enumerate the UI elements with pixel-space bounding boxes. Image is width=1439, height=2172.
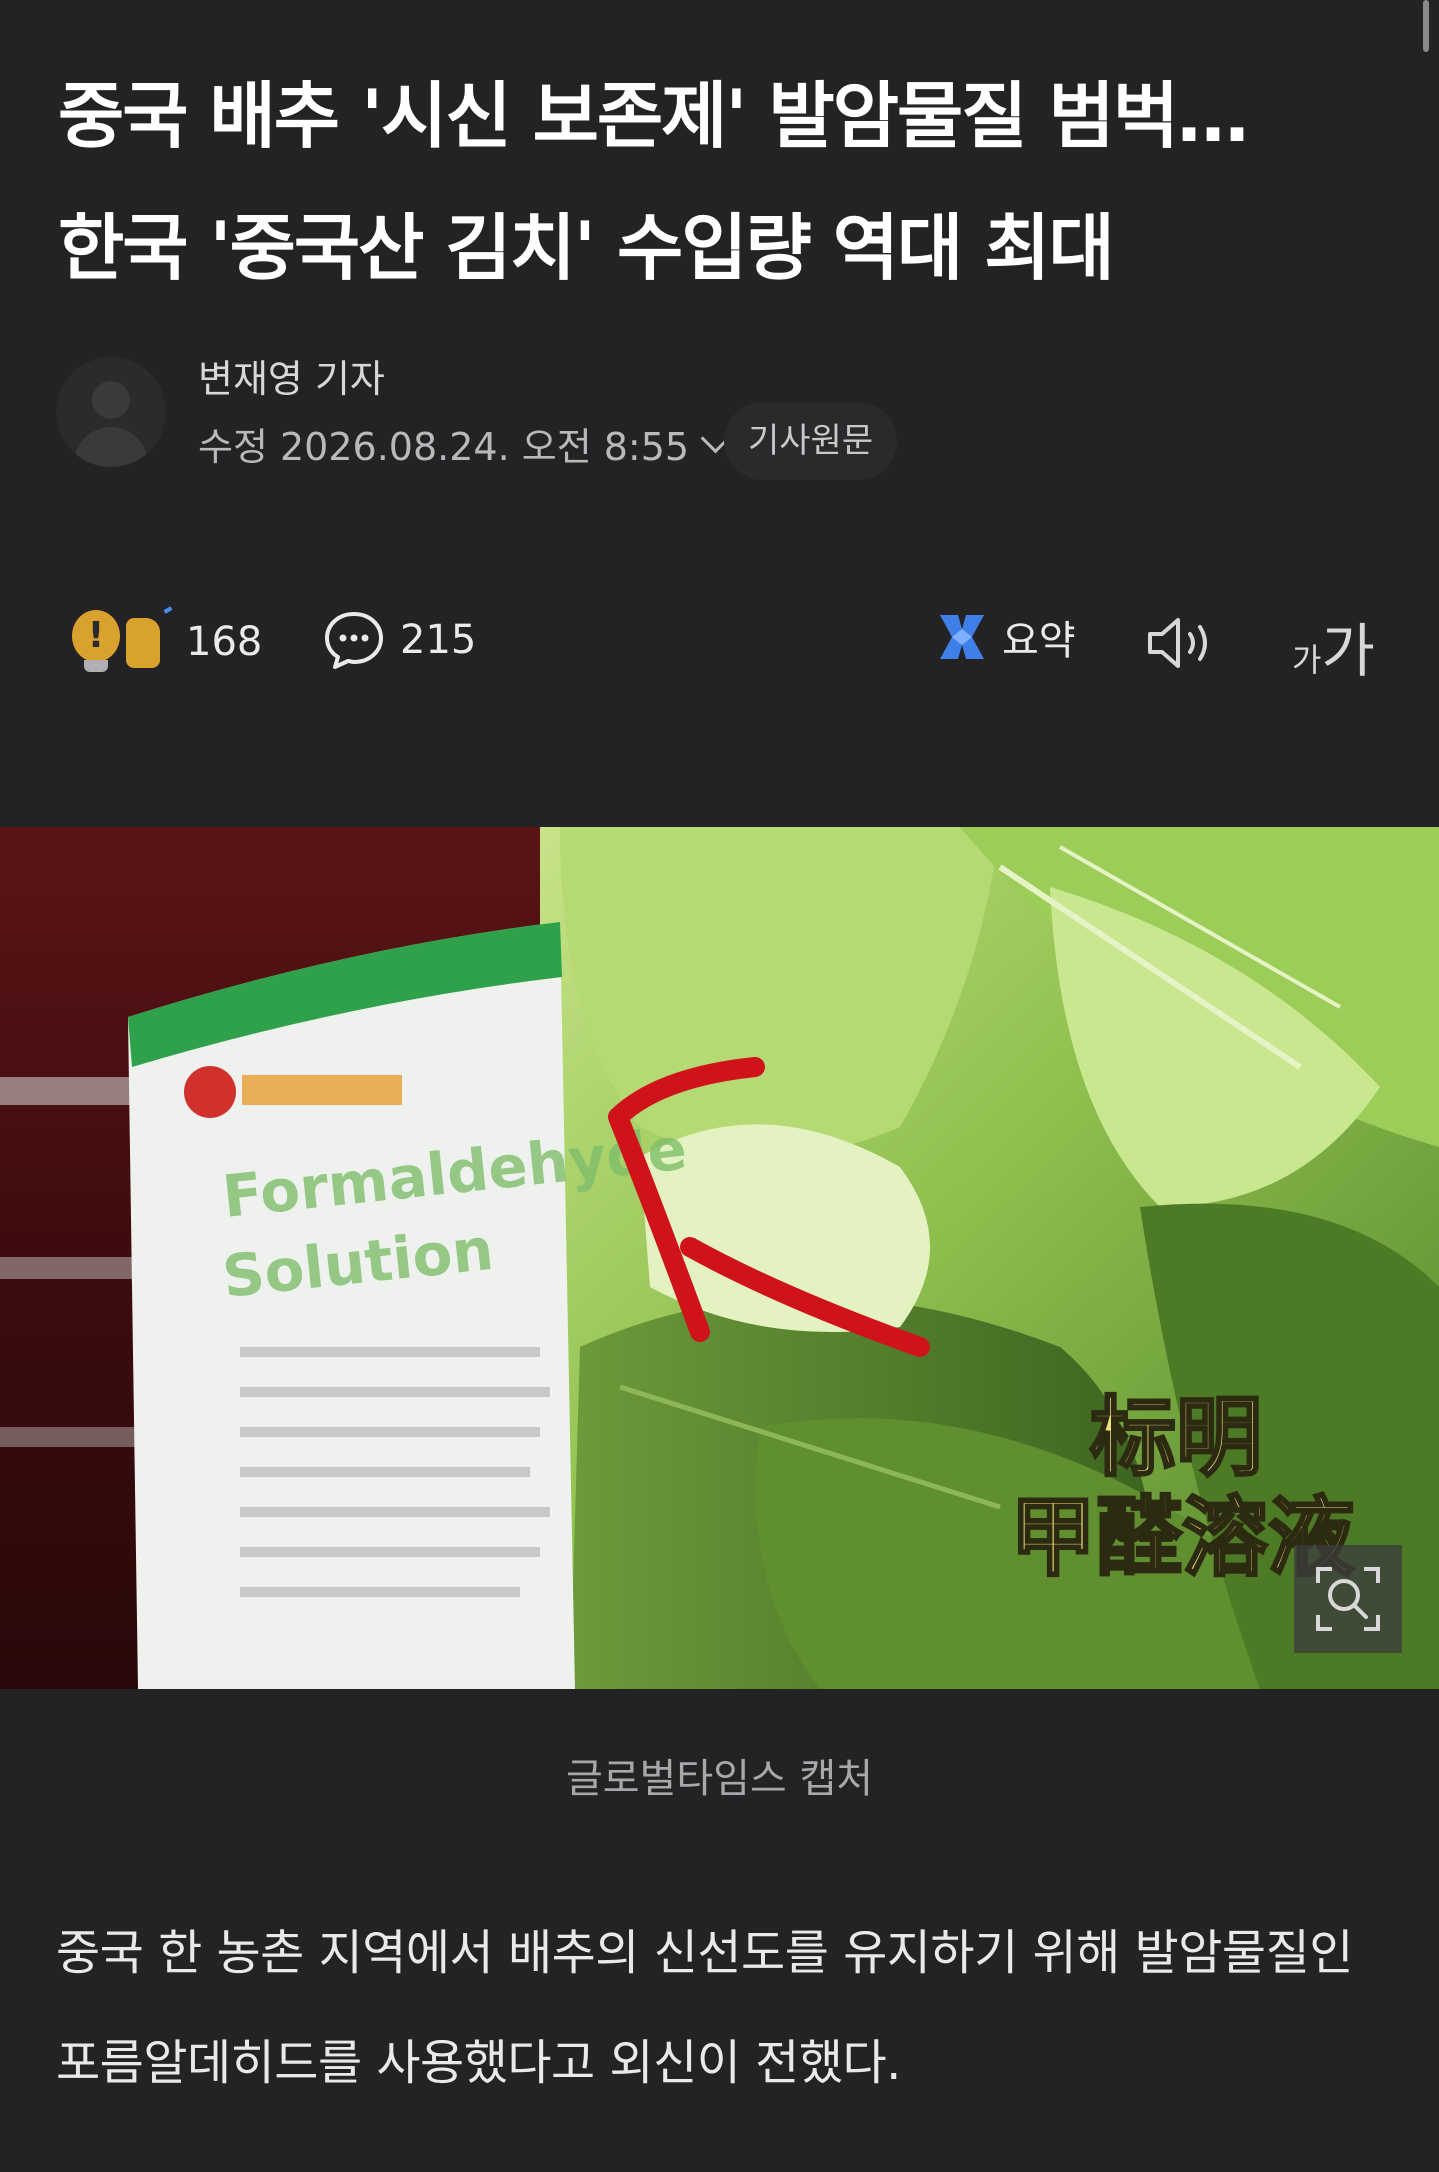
ai-summary-icon bbox=[940, 615, 984, 659]
headline-line-1: 중국 배추 '시신 보존제' 발암물질 범벅… bbox=[58, 74, 1249, 158]
lightbulb-thumbs-up-icon: ! bbox=[68, 606, 173, 678]
original-article-button[interactable]: 기사원문 bbox=[724, 402, 898, 480]
spark-shape bbox=[163, 606, 173, 614]
photo-scene: Formaldehyde Solution 标明 甲醛溶液 bbox=[0, 827, 1439, 1689]
bulb-shape: ! bbox=[72, 610, 120, 662]
bulb-base bbox=[84, 660, 108, 672]
speaker-icon bbox=[1148, 618, 1207, 668]
reaction-button[interactable]: ! 168 bbox=[68, 606, 262, 678]
byline: 변재영 기자 수정 2026.08.24. 오전 8:55 기사원문 bbox=[56, 340, 956, 480]
photo-overlay-line-1: 标明 bbox=[1090, 1388, 1262, 1488]
headline-line-2: 한국 '중국산 김치' 수입량 역대 최대 bbox=[58, 206, 1115, 290]
font-size-button[interactable]: 가가 bbox=[1292, 604, 1375, 688]
article-photo[interactable]: Formaldehyde Solution 标明 甲醛溶液 bbox=[0, 827, 1439, 1689]
reporter-avatar[interactable] bbox=[56, 357, 166, 467]
font-size-big: 가 bbox=[1321, 617, 1375, 685]
summary-label: 요약 bbox=[1002, 618, 1076, 664]
bottle-label-logo bbox=[184, 1066, 236, 1118]
article-headline: 중국 배추 '시신 보존제' 발암물질 범벅… 한국 '중국산 김치' 수입량 … bbox=[58, 50, 1398, 314]
article-paragraph: 중국 한 농촌 지역에서 배추의 신선도를 유지하기 위해 발암물질인 포름알데… bbox=[56, 1925, 1353, 2091]
bottle-label-badge bbox=[242, 1075, 402, 1105]
avatar-head bbox=[92, 381, 130, 419]
comment-button[interactable]: 215 bbox=[322, 608, 476, 672]
zoom-button[interactable] bbox=[1294, 1545, 1402, 1653]
thumb-shape bbox=[126, 618, 160, 668]
zoom-icon bbox=[1316, 1567, 1380, 1631]
comment-count: 215 bbox=[400, 617, 477, 663]
article-action-bar: ! 168 215 요약 가가 bbox=[0, 590, 1439, 690]
scrollbar[interactable] bbox=[1423, 0, 1429, 52]
font-size-small: 가 bbox=[1292, 641, 1322, 679]
bottle-shelf-2 bbox=[0, 1257, 140, 1279]
modified-date-toggle[interactable]: 수정 2026.08.24. 오전 8:55 bbox=[198, 416, 731, 471]
modified-date: 수정 2026.08.24. 오전 8:55 bbox=[198, 425, 690, 469]
reaction-count: 168 bbox=[186, 619, 263, 665]
bottle-shelf-1 bbox=[0, 1077, 140, 1105]
summary-button[interactable]: 요약 bbox=[936, 608, 1076, 666]
text-to-speech-button[interactable] bbox=[1144, 614, 1220, 676]
avatar-shoulders bbox=[74, 427, 148, 467]
speech-bubble-icon bbox=[325, 612, 383, 669]
bottle-shelf-3 bbox=[0, 1427, 140, 1447]
reporter-name[interactable]: 변재영 기자 bbox=[198, 348, 385, 403]
photo-caption: 글로벌타임스 캡처 bbox=[565, 1756, 874, 1802]
